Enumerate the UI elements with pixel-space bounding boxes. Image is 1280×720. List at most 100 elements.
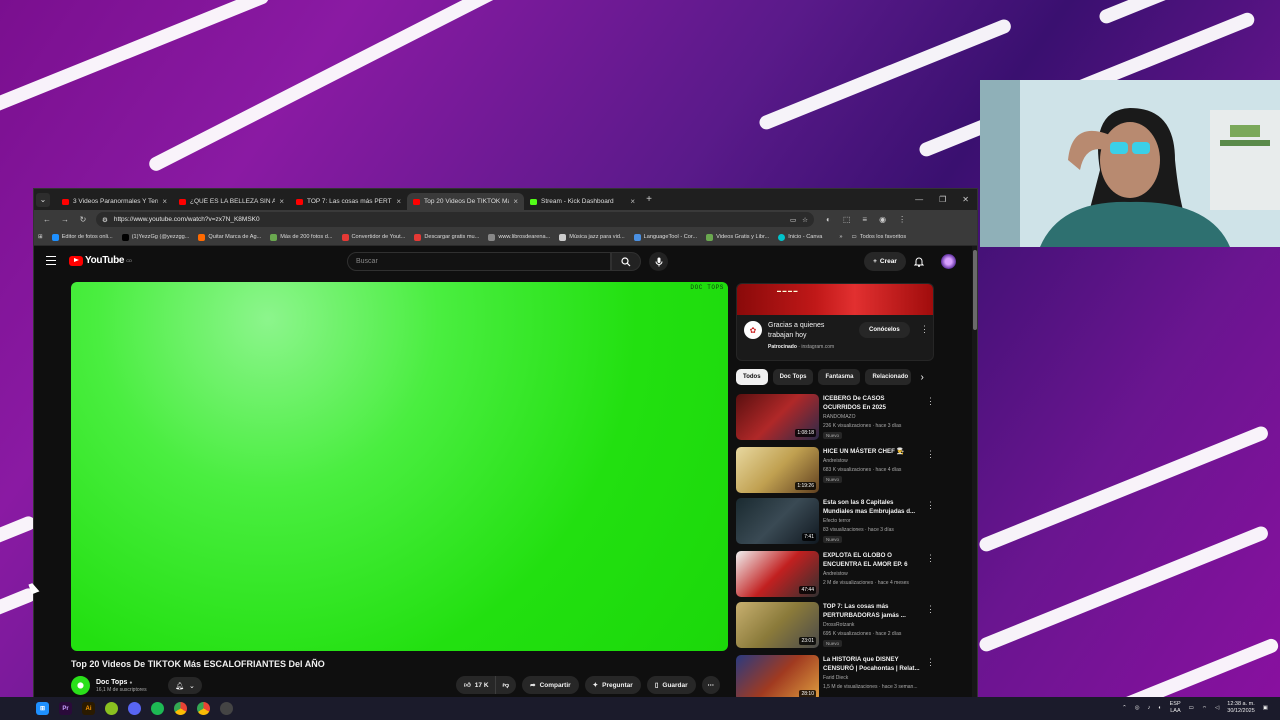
video-thumbnail[interactable]: 1:08:18 bbox=[736, 394, 819, 440]
recommended-video[interactable]: 1:08:18 ICEBERG De CASOS OCURRIDOS En 20… bbox=[736, 394, 936, 442]
tab-search-icon[interactable]: ⌄ bbox=[36, 192, 50, 207]
restore-icon[interactable]: ❐ bbox=[939, 195, 946, 204]
browser-tab[interactable]: Stream - Kick Dashboard × bbox=[524, 193, 641, 210]
spotify-icon[interactable] bbox=[151, 702, 164, 715]
close-tab-icon[interactable]: × bbox=[630, 197, 635, 206]
video-thumbnail[interactable]: 23:01 bbox=[736, 602, 819, 648]
subscribed-notifications-button[interactable]: 🔔︎ ⌄ bbox=[168, 677, 202, 694]
app-icon[interactable] bbox=[105, 702, 118, 715]
volume-icon[interactable]: ◁ bbox=[1215, 705, 1219, 711]
illustrator-icon[interactable]: Ai bbox=[82, 702, 95, 715]
bookmark[interactable]: Música jazz para vid... bbox=[559, 233, 625, 241]
forward-icon[interactable]: → bbox=[56, 215, 74, 224]
video-player[interactable]: DOC TOPS bbox=[71, 282, 728, 651]
bookmark[interactable]: Descargar gratis mu... bbox=[414, 233, 479, 241]
create-button[interactable]: + Crear bbox=[864, 252, 906, 271]
display-icon[interactable]: ▭ bbox=[1189, 705, 1194, 711]
search-button[interactable] bbox=[611, 252, 641, 271]
chip-doc-tops[interactable]: Doc Tops bbox=[772, 369, 814, 385]
chip-all[interactable]: Todos bbox=[736, 369, 768, 385]
hamburger-menu-icon[interactable] bbox=[46, 256, 56, 265]
search-input[interactable]: Buscar bbox=[347, 252, 611, 271]
discord-icon[interactable] bbox=[128, 702, 141, 715]
bookmark[interactable]: Inicio - Canva bbox=[778, 233, 822, 241]
video-thumbnail[interactable]: 47:44 bbox=[736, 551, 819, 597]
bookmark[interactable]: Editor de fotos onli... bbox=[51, 233, 113, 241]
minimize-icon[interactable]: — bbox=[915, 195, 923, 204]
share-button[interactable]: ➦ Compartir bbox=[522, 676, 579, 694]
wifi-icon[interactable]: ⌔ bbox=[1202, 705, 1207, 712]
ask-button[interactable]: ✦ Preguntar bbox=[584, 676, 641, 694]
browser-tab[interactable]: 3 Videos Paranormales Y Terror × bbox=[56, 193, 173, 210]
video-menu-icon[interactable]: ⋮ bbox=[926, 396, 935, 407]
premiere-icon[interactable]: Pr bbox=[59, 702, 72, 715]
new-tab-button[interactable]: + bbox=[641, 194, 657, 205]
chrome-icon[interactable] bbox=[174, 702, 187, 715]
browser-menu-icon[interactable]: ⋮ bbox=[898, 215, 906, 224]
clock[interactable]: 12:38 a. m. 30/12/2025 bbox=[1227, 701, 1255, 715]
close-tab-icon[interactable]: × bbox=[279, 197, 284, 206]
recommended-video[interactable]: 47:44 EXPLOTA EL GLOBO O ENCUENTRA EL AM… bbox=[736, 551, 936, 599]
chevron-right-icon[interactable]: › bbox=[920, 372, 923, 383]
browser-tab-active[interactable]: Top 20 Videos De TIKTOK Más × bbox=[407, 193, 524, 210]
video-thumbnail[interactable]: 28:10 bbox=[736, 655, 819, 699]
reload-icon[interactable]: ↻ bbox=[74, 215, 92, 224]
extension-icon[interactable]: ◐ bbox=[826, 215, 831, 224]
video-thumbnail[interactable]: 7:41 bbox=[736, 498, 819, 544]
sponsored-ad[interactable]: ▬ ▬ ▬ ▬ ✿ Gracias a quienes trabajan hoy… bbox=[736, 283, 934, 361]
ad-menu-icon[interactable]: ⋮ bbox=[920, 324, 929, 335]
video-menu-icon[interactable]: ⋮ bbox=[926, 604, 935, 615]
all-bookmarks-folder[interactable]: ▭ Todos los favoritos bbox=[852, 234, 907, 240]
site-info-icon[interactable]: ⚙ bbox=[102, 216, 108, 224]
more-actions-button[interactable]: ⋯ bbox=[701, 676, 720, 694]
extensions-puzzle-icon[interactable]: ⬚ bbox=[843, 215, 851, 224]
chip-related[interactable]: Relacionado bbox=[865, 369, 912, 385]
back-icon[interactable]: ← bbox=[38, 215, 56, 224]
chip-fantasma[interactable]: Fantasma bbox=[818, 369, 861, 385]
video-menu-icon[interactable]: ⋮ bbox=[926, 657, 935, 668]
recommended-video[interactable]: 23:01 TOP 7: Las cosas más PERTURBADORAS… bbox=[736, 602, 936, 650]
bookmark[interactable]: Convertidor de Yout... bbox=[341, 233, 405, 241]
voice-search-button[interactable] bbox=[649, 252, 668, 271]
channel-avatar[interactable]: ⬤ bbox=[71, 676, 90, 695]
scrollbar-thumb[interactable] bbox=[973, 250, 977, 330]
dislike-button[interactable]: 👎︎ bbox=[494, 676, 517, 694]
ad-cta-button[interactable]: Conócelos bbox=[859, 322, 910, 338]
profile-icon[interactable]: ◉ bbox=[879, 215, 886, 224]
recommended-video[interactable]: 28:10 La HISTORIA que DISNEY CENSURÓ | P… bbox=[736, 655, 936, 699]
close-tab-icon[interactable]: × bbox=[396, 197, 401, 206]
browser-tab[interactable]: TOP 7: Las cosas más PERTURB× bbox=[290, 193, 407, 210]
bookmark[interactable]: LanguageTool - Cor... bbox=[633, 233, 697, 241]
notification-center-icon[interactable]: ▣ bbox=[1263, 705, 1268, 711]
close-tab-icon[interactable]: × bbox=[162, 197, 167, 206]
bookmark[interactable]: Quitar Marca de Ag... bbox=[198, 233, 261, 241]
recommended-video[interactable]: 1:19:26 HICE UN MÁSTER CHEF 👨‍🍳 Andreist… bbox=[736, 447, 936, 495]
bookmark-star-icon[interactable]: ☆ bbox=[802, 216, 808, 224]
bookmark[interactable]: www.librosdearena... bbox=[488, 233, 550, 241]
address-bar[interactable]: ⚙ https://www.youtube.com/watch?v=zx7N_K… bbox=[96, 212, 814, 227]
browser-tab[interactable]: ¿QUÉ ES LA BELLEZA SIN ALMA× bbox=[173, 193, 290, 210]
video-menu-icon[interactable]: ⋮ bbox=[926, 449, 935, 460]
like-button[interactable]: 👍︎ 17 K bbox=[456, 676, 495, 694]
avatar[interactable] bbox=[941, 254, 956, 269]
channel-name[interactable]: Doc Tops ● bbox=[96, 679, 147, 686]
chrome-icon[interactable] bbox=[197, 702, 210, 715]
close-tab-icon[interactable]: × bbox=[513, 197, 518, 206]
apps-grid-icon[interactable]: ⊞ bbox=[38, 234, 43, 240]
youtube-logo[interactable]: YouTube CO bbox=[69, 255, 132, 266]
speaker-icon[interactable]: ◐ bbox=[1158, 705, 1161, 711]
bookmark[interactable]: Videos Gratis y Libr... bbox=[706, 233, 769, 241]
windows-start-icon[interactable]: ⊞ bbox=[36, 702, 49, 715]
mic-tray-icon[interactable]: ♪ bbox=[1148, 705, 1151, 711]
language-indicator[interactable]: ESP LAA bbox=[1170, 701, 1181, 715]
save-button[interactable]: ▯ Guardar bbox=[646, 676, 696, 694]
video-menu-icon[interactable]: ⋮ bbox=[926, 500, 935, 511]
video-thumbnail[interactable]: 1:19:26 bbox=[736, 447, 819, 493]
cast-icon[interactable]: ▭ bbox=[790, 216, 796, 224]
more-bookmarks-icon[interactable]: » bbox=[839, 234, 842, 240]
media-controls-icon[interactable]: ≡ bbox=[862, 215, 867, 224]
close-window-icon[interactable]: ✕ bbox=[962, 195, 969, 204]
notifications-bell-icon[interactable] bbox=[913, 254, 925, 272]
recommended-video[interactable]: 7:41 Esta son las 8 Capitales Mundiales … bbox=[736, 498, 936, 546]
bookmark[interactable]: Más de 200 fotos d... bbox=[270, 233, 333, 241]
